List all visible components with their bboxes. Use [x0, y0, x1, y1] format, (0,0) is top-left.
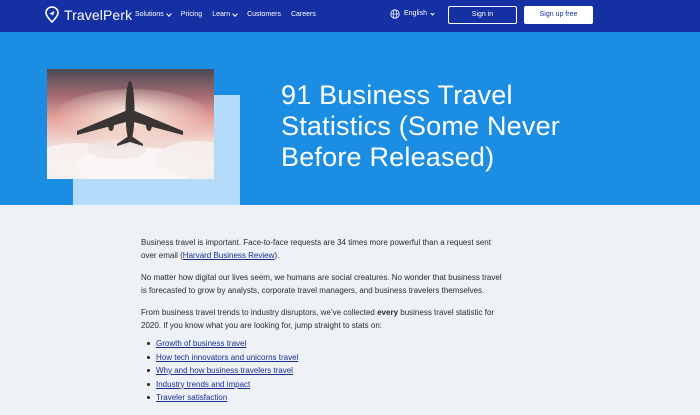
stats-paragraph: From business travel trends to industry …	[141, 306, 506, 332]
hero-airplane-image	[47, 69, 214, 179]
bullet-icon	[147, 355, 150, 359]
chevron-down-icon	[232, 11, 238, 17]
toc-link-tech[interactable]: How tech innovators and unicorns travel	[156, 351, 298, 365]
logo[interactable]: TravelPerk	[44, 6, 132, 24]
toc-item: Growth of business travel	[147, 337, 506, 351]
bullet-icon	[147, 369, 150, 373]
toc-item: How tech innovators and unicorns travel	[147, 351, 506, 365]
nav-item-learn[interactable]: Learn	[212, 10, 238, 20]
travelperk-logo-icon	[45, 6, 59, 24]
intro-paragraph: Business travel is important. Face-to-fa…	[141, 236, 506, 262]
nav-item-pricing[interactable]: Pricing	[181, 10, 202, 20]
toc-link-growth[interactable]: Growth of business travel	[156, 337, 246, 351]
toc-link-industry[interactable]: Industry trends and impact	[156, 378, 250, 392]
bullet-icon	[147, 342, 150, 346]
nav-item-solutions[interactable]: Solutions	[135, 10, 172, 20]
nav-item-label: Careers	[290, 11, 316, 18]
table-of-contents: Growth of business travel How tech innov…	[147, 337, 506, 405]
language-selector[interactable]: English	[390, 9, 435, 19]
globe-icon	[390, 9, 400, 19]
nav-item-label: Solutions	[135, 11, 164, 18]
sign-in-button[interactable]: Sign in	[448, 6, 517, 24]
sign-up-button[interactable]: Sign up free	[524, 6, 593, 24]
toc-link-satisfaction[interactable]: Traveler satisfaction	[156, 391, 227, 405]
chevron-down-icon	[165, 11, 172, 17]
toc-item: Industry trends and impact	[147, 378, 506, 392]
language-label: English	[404, 10, 427, 17]
top-navbar: TravelPerk Solutions Pricing Learn Custo…	[0, 0, 700, 32]
hero-section: 91 Business Travel Statistics (Some Neve…	[0, 32, 700, 205]
stats-emphasis: every	[377, 308, 399, 317]
main-nav: Solutions Pricing Learn Customers Career…	[135, 10, 316, 20]
chevron-down-icon	[430, 10, 435, 16]
logo-text: TravelPerk	[64, 7, 133, 23]
stats-text: From business travel trends to industry …	[141, 308, 378, 317]
social-paragraph: No matter how digital our lives seem, we…	[141, 273, 502, 295]
toc-item: Traveler satisfaction	[147, 391, 506, 405]
toc-link-why-how[interactable]: Why and how business travelers travel	[156, 364, 293, 378]
bullet-icon	[147, 382, 150, 386]
nav-item-label: Customers	[247, 11, 281, 18]
page-title: 91 Business Travel Statistics (Some Neve…	[281, 80, 560, 172]
nav-item-careers[interactable]: Careers	[291, 10, 316, 20]
article-body: Business travel is important. Face-to-fa…	[141, 236, 506, 405]
nav-item-customers[interactable]: Customers	[247, 10, 281, 20]
toc-item: Why and how business travelers travel	[147, 364, 506, 378]
intro-text-end: ).	[274, 251, 280, 260]
bullet-icon	[147, 396, 150, 400]
nav-item-label: Learn	[212, 11, 231, 18]
hbr-link[interactable]: Harvard Business Review	[183, 251, 275, 260]
nav-item-label: Pricing	[180, 11, 203, 18]
